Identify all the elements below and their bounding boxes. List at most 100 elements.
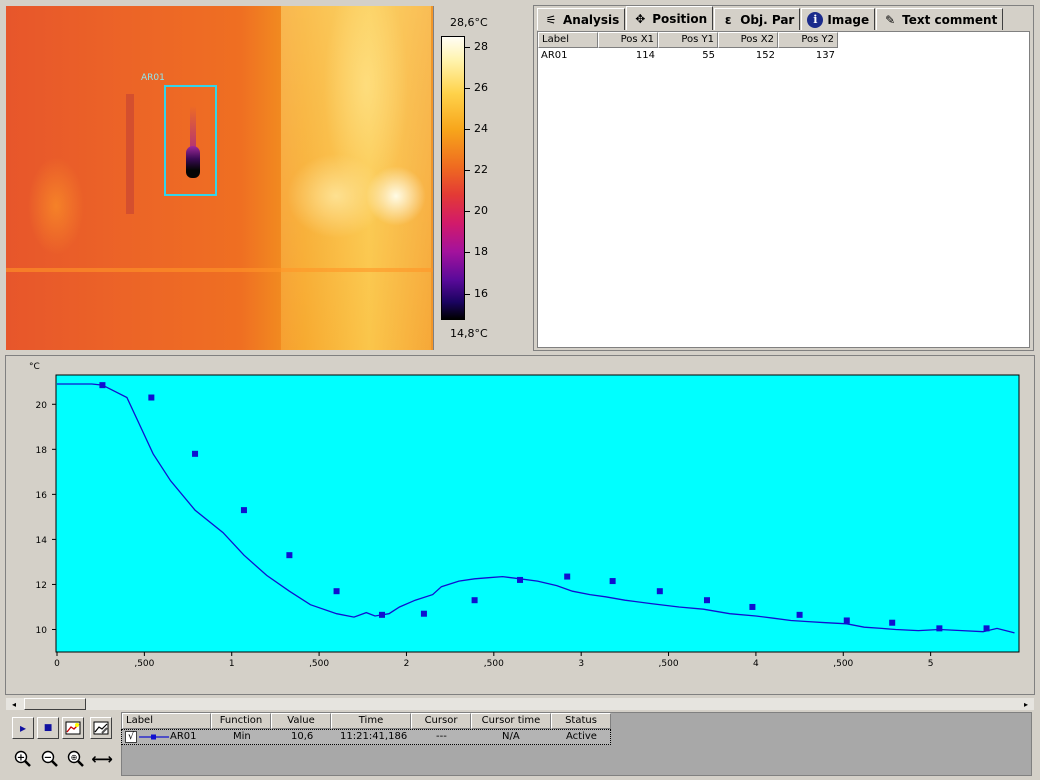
- scale-min-label: 14,8°C: [450, 327, 488, 340]
- series-marker: [378, 611, 385, 618]
- zoom-out-button[interactable]: −: [39, 748, 61, 770]
- zoom-out-icon: −: [41, 750, 58, 767]
- table-cell: 152: [755, 50, 775, 61]
- series-visible-checkbox[interactable]: √: [125, 731, 137, 743]
- thermal-post: [126, 94, 134, 214]
- svg-text:⊕: ⊕: [71, 753, 78, 762]
- x-tick-label: ,500: [134, 659, 154, 669]
- scale-tick-mark: [465, 294, 470, 295]
- series-marker: [148, 394, 155, 401]
- table-row[interactable]: √ AR01 Min 10,6 11:21:41,186 --- N/A Act…: [121, 729, 611, 745]
- column-header[interactable]: Cursor time: [471, 713, 551, 729]
- tab-bar: ⚟ Analysis ✥ Position ε Obj. Par i Image ✎ Text c…: [537, 6, 1004, 30]
- legend-cursor-time: N/A: [502, 731, 520, 742]
- y-tick-label: 10: [36, 626, 48, 636]
- x-tick-label: ,500: [309, 659, 329, 669]
- chart-settings-button[interactable]: [90, 717, 112, 739]
- series-marker: [749, 603, 756, 610]
- column-header[interactable]: Pos X2: [718, 32, 778, 48]
- chart-horizontal-scrollbar[interactable]: ◂ ▸: [5, 697, 1035, 711]
- tab-analysis[interactable]: ⚟ Analysis: [537, 8, 626, 30]
- tab-image[interactable]: i Image: [801, 8, 876, 30]
- x-tick-label: 4: [753, 659, 759, 669]
- play-icon: ▸: [19, 721, 27, 735]
- scale-tick-label: 16: [474, 287, 488, 300]
- svg-text:−: −: [44, 753, 52, 764]
- column-header[interactable]: Cursor: [411, 713, 471, 729]
- legend-cursor: ---: [436, 731, 447, 742]
- series-marker: [703, 597, 710, 604]
- y-tick-label: 18: [36, 446, 48, 456]
- scale-tick-mark: [465, 211, 470, 212]
- stop-icon: ■: [43, 723, 53, 733]
- scale-max-label: 28,6°C: [450, 16, 488, 29]
- svg-text:+: +: [17, 753, 25, 764]
- column-header[interactable]: Status: [551, 713, 611, 729]
- position-list[interactable]: Label Pos X1 Pos Y1 Pos X2 Pos Y2 AR01 114 55 1…: [537, 31, 1030, 348]
- series-marker: [983, 625, 990, 632]
- scroll-right-icon[interactable]: ▸: [1020, 699, 1032, 710]
- column-header[interactable]: Label: [122, 713, 211, 729]
- tab-label: Obj. Par: [740, 12, 795, 27]
- scale-tick-label: 26: [474, 81, 488, 94]
- column-header[interactable]: Value: [271, 713, 331, 729]
- zoom-in-button[interactable]: +: [12, 748, 34, 770]
- y-tick-label: 14: [36, 536, 48, 546]
- pan-button[interactable]: ⟷: [91, 748, 113, 770]
- tab-position[interactable]: ✥ Position: [626, 6, 714, 30]
- x-tick-label: 2: [404, 659, 410, 669]
- stop-button[interactable]: ■: [37, 717, 59, 739]
- series-marker: [420, 610, 427, 617]
- column-header[interactable]: Label: [538, 32, 598, 48]
- chart-plot-area[interactable]: [55, 374, 1020, 653]
- auto-scale-button[interactable]: [62, 717, 84, 739]
- y-tick-label: 12: [36, 581, 47, 591]
- scale-tick-label: 28: [474, 40, 488, 53]
- scroll-left-icon[interactable]: ◂: [8, 699, 20, 710]
- play-button[interactable]: ▸: [12, 717, 34, 739]
- x-tick-label: ,500: [659, 659, 679, 669]
- series-marker: [889, 619, 896, 626]
- series-marker: [517, 576, 524, 583]
- scroll-thumb[interactable]: [24, 698, 86, 710]
- scale-tick-mark: [465, 88, 470, 89]
- y-tick-label: 16: [36, 491, 48, 501]
- thermal-image[interactable]: AR01: [6, 6, 434, 350]
- column-header[interactable]: Pos Y1: [658, 32, 718, 48]
- position-icon: ✥: [635, 11, 646, 26]
- table-cell: AR01: [541, 50, 568, 61]
- chart-settings-icon: [93, 721, 109, 735]
- tab-text-comment[interactable]: ✎ Text comment: [876, 8, 1004, 30]
- color-scale-bar: [441, 36, 465, 320]
- legend-status: Active: [566, 731, 597, 742]
- tab-obj-par[interactable]: ε Obj. Par: [714, 8, 801, 30]
- table-cell: 55: [702, 50, 715, 61]
- tab-label: Text comment: [902, 12, 998, 27]
- scale-tick-label: 20: [474, 204, 488, 217]
- series-marker: [843, 617, 850, 624]
- series-marker: [240, 507, 247, 514]
- scale-tick-mark: [465, 170, 470, 171]
- scale-tick-mark: [465, 129, 470, 130]
- column-header[interactable]: Pos Y2: [778, 32, 838, 48]
- zoom-fit-icon: ⊕: [67, 750, 84, 767]
- column-header[interactable]: Time: [331, 713, 411, 729]
- tab-label: Position: [652, 11, 708, 26]
- column-header[interactable]: Function: [211, 713, 271, 729]
- object-parameters-icon: ε: [724, 12, 732, 27]
- analysis-icon: ⚟: [545, 12, 557, 27]
- text-comment-icon: ✎: [885, 12, 896, 27]
- column-header[interactable]: Pos X1: [598, 32, 658, 48]
- info-icon: i: [807, 11, 824, 28]
- roi-rectangle[interactable]: [164, 85, 217, 196]
- series-marker: [286, 552, 293, 559]
- x-tick-label: 0: [54, 659, 60, 669]
- temperature-chart[interactable]: °C 20 18 16 14 12 10 0 ,500 1 ,500 2 ,500 3 ,500 4 ,500 5: [5, 355, 1035, 695]
- tab-label: Analysis: [563, 12, 620, 27]
- x-tick-label: 1: [229, 659, 235, 669]
- zoom-in-icon: +: [14, 750, 31, 767]
- roi-label: AR01: [141, 73, 165, 83]
- zoom-fit-button[interactable]: ⊕: [65, 748, 87, 770]
- series-marker: [936, 625, 943, 632]
- table-row[interactable]: AR01 114 55 152 137: [538, 49, 838, 63]
